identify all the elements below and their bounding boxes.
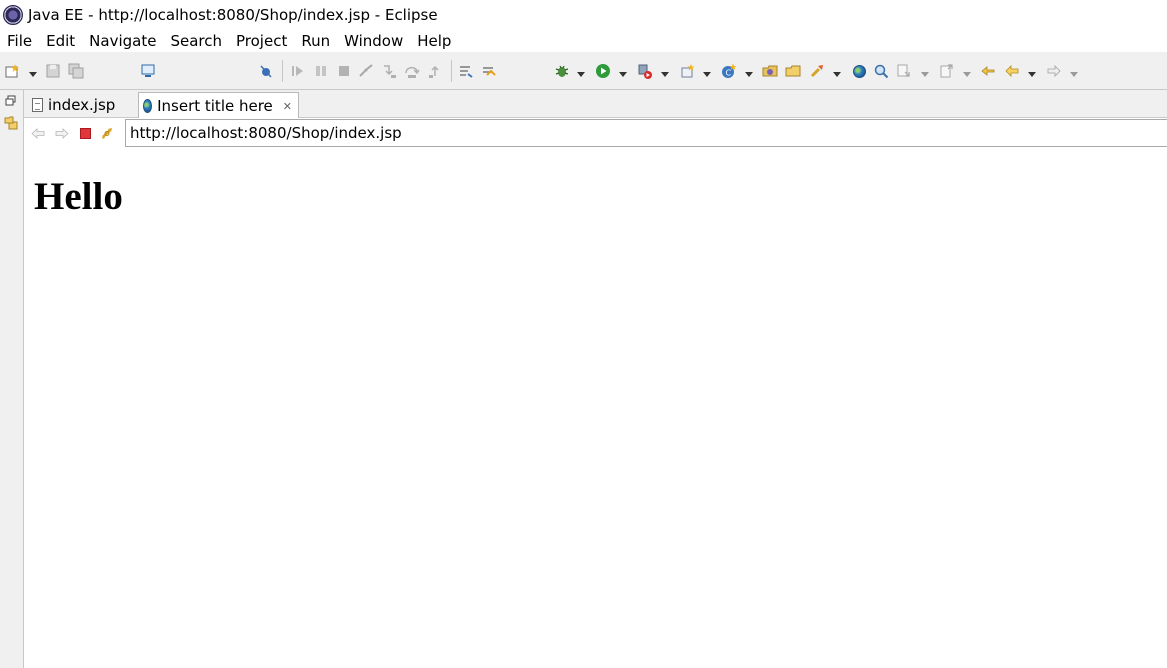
terminate-icon[interactable] — [336, 63, 352, 79]
main-toolbar: C — [0, 52, 1167, 90]
new-wizard-icon[interactable] — [5, 63, 21, 79]
debug-icon[interactable] — [554, 63, 570, 79]
use-step-filters-icon[interactable] — [458, 63, 474, 79]
new-server-dropdown-icon[interactable] — [702, 66, 711, 82]
open-type-icon[interactable] — [762, 63, 778, 79]
menu-project[interactable]: Project — [229, 32, 294, 50]
run-icon[interactable] — [595, 63, 611, 79]
project-explorer-icon[interactable] — [4, 116, 18, 130]
previous-annotation-dropdown-icon[interactable] — [962, 66, 971, 82]
forward-icon[interactable] — [1046, 63, 1062, 79]
menu-edit[interactable]: Edit — [39, 32, 82, 50]
menu-search[interactable]: Search — [163, 32, 229, 50]
run-dropdown-icon[interactable] — [618, 66, 627, 82]
browser-nav-bar — [24, 118, 1167, 148]
url-input[interactable] — [125, 119, 1167, 147]
open-console-icon[interactable] — [140, 63, 156, 79]
forward-dropdown-icon[interactable] — [1069, 66, 1078, 82]
browser-content: Hello — [24, 148, 1167, 668]
new-java-class-icon[interactable]: C — [721, 63, 737, 79]
web-browser-icon[interactable] — [851, 63, 867, 79]
disconnect-icon[interactable] — [358, 63, 374, 79]
new-dropdown-icon[interactable] — [28, 66, 37, 82]
save-icon[interactable] — [45, 63, 61, 79]
step-into-icon[interactable] — [381, 63, 397, 79]
tab-label: index.jsp — [48, 96, 116, 114]
back-icon[interactable] — [1004, 63, 1020, 79]
external-tools-icon[interactable] — [809, 63, 825, 79]
globe-icon — [143, 99, 153, 113]
drop-to-frame-icon[interactable] — [481, 63, 497, 79]
skip-breakpoints-icon[interactable] — [258, 63, 274, 79]
suspend-icon[interactable] — [313, 63, 329, 79]
browser-back-icon[interactable] — [31, 126, 46, 141]
stop-icon[interactable] — [78, 126, 93, 141]
tab-insert-title-here[interactable]: Insert title here ✕ — [138, 92, 299, 119]
resume-icon[interactable] — [290, 63, 306, 79]
last-edit-location-icon[interactable] — [980, 63, 996, 79]
menu-file[interactable]: File — [0, 32, 39, 50]
tab-index-jsp[interactable]: index.jsp — [26, 92, 138, 118]
editor-tab-bar: index.jsp Insert title here ✕ — [24, 90, 1167, 119]
new-server-icon[interactable] — [680, 63, 696, 79]
left-trim-bar — [0, 90, 24, 668]
menu-window[interactable]: Window — [337, 32, 410, 50]
step-over-icon[interactable] — [404, 63, 420, 79]
restore-icon[interactable] — [4, 95, 18, 109]
page-heading: Hello — [34, 175, 123, 218]
window-title: Java EE - http://localhost:8080/Shop/ind… — [28, 5, 438, 24]
save-all-icon[interactable] — [68, 63, 84, 79]
next-annotation-icon[interactable] — [896, 63, 912, 79]
previous-annotation-icon[interactable] — [939, 63, 955, 79]
menu-bar: File Edit Navigate Search Project Run Wi… — [0, 29, 1167, 52]
step-return-icon[interactable] — [427, 63, 443, 79]
close-icon[interactable]: ✕ — [283, 100, 292, 113]
browser-forward-icon[interactable] — [54, 126, 69, 141]
menu-navigate[interactable]: Navigate — [82, 32, 163, 50]
tab-label: Insert title here — [157, 97, 273, 115]
next-annotation-dropdown-icon[interactable] — [920, 66, 929, 82]
eclipse-icon — [3, 4, 23, 25]
menu-help[interactable]: Help — [410, 32, 458, 50]
new-class-dropdown-icon[interactable] — [744, 66, 753, 82]
menu-run[interactable]: Run — [294, 32, 337, 50]
external-tools-dropdown-icon[interactable] — [832, 66, 841, 82]
debug-dropdown-icon[interactable] — [576, 66, 585, 82]
run-on-server-icon[interactable] — [637, 63, 653, 79]
svg-text:C: C — [726, 69, 732, 78]
back-dropdown-icon[interactable] — [1027, 66, 1036, 82]
run-server-dropdown-icon[interactable] — [660, 66, 669, 82]
open-folder-icon[interactable] — [785, 63, 801, 79]
title-bar: Java EE - http://localhost:8080/Shop/ind… — [0, 0, 1167, 29]
jsp-file-icon — [32, 98, 43, 112]
refresh-icon[interactable] — [100, 126, 115, 141]
search-icon[interactable] — [873, 63, 889, 79]
